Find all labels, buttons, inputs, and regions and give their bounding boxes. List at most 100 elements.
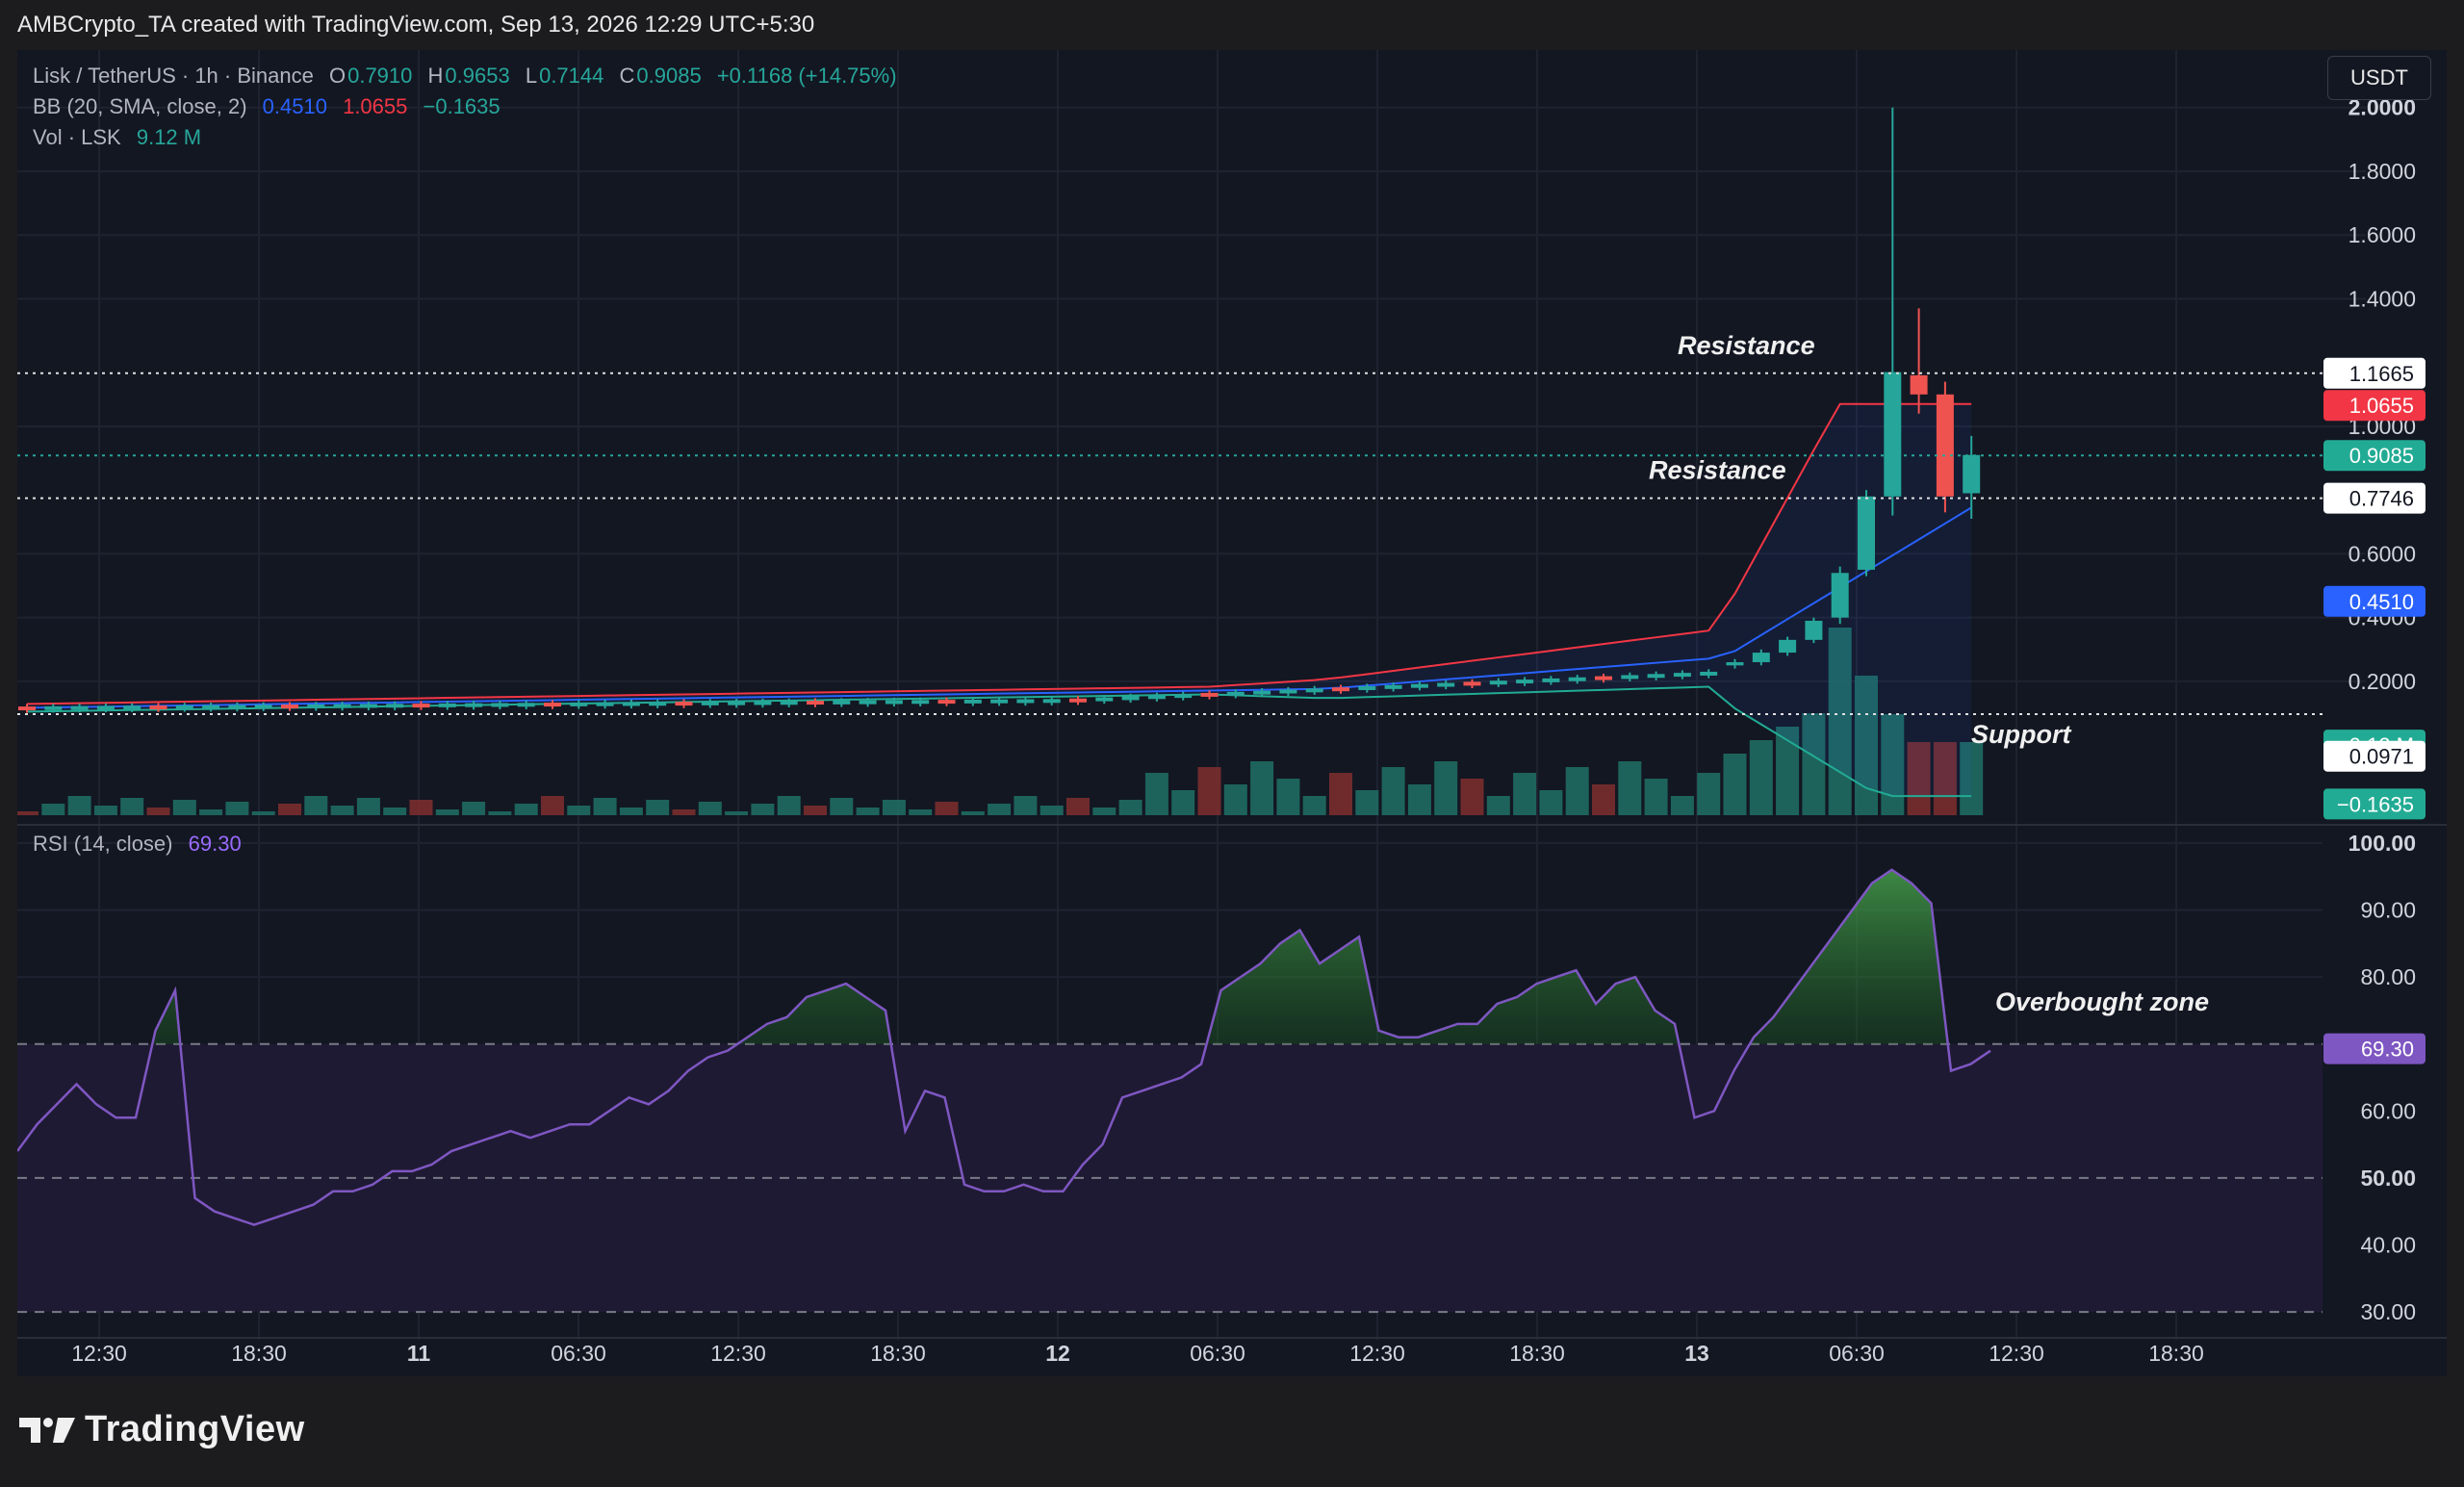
volume-bar bbox=[1302, 796, 1326, 815]
candle-body bbox=[70, 705, 89, 710]
candle-body bbox=[18, 706, 36, 711]
volume-bar bbox=[804, 806, 827, 815]
candle-body bbox=[1305, 688, 1323, 693]
candle-body bbox=[885, 700, 903, 705]
candle-body bbox=[333, 704, 351, 708]
volume-legend[interactable]: Vol · LSK 9.12 M bbox=[33, 125, 203, 150]
candle-body bbox=[754, 701, 772, 705]
candle-body bbox=[1516, 679, 1534, 684]
volume-bar bbox=[541, 796, 564, 815]
candle-body bbox=[1621, 675, 1639, 679]
rsi-tick-label: 50.00 bbox=[2360, 1166, 2416, 1191]
open-label: O bbox=[328, 64, 346, 88]
candle-body bbox=[1936, 394, 1954, 497]
volume-bar bbox=[225, 802, 249, 815]
high-value: 0.9653 bbox=[445, 64, 510, 88]
volume-bar bbox=[935, 802, 959, 815]
volume-label: Vol · LSK bbox=[33, 125, 121, 149]
candle-body bbox=[1700, 671, 1718, 676]
currency-button[interactable]: USDT bbox=[2327, 56, 2431, 100]
candle-body bbox=[123, 705, 141, 710]
candle-body bbox=[1831, 573, 1849, 618]
rsi-tick-label: 30.00 bbox=[2360, 1299, 2416, 1324]
volume-bar bbox=[1250, 761, 1274, 815]
rsi-legend[interactable]: RSI (14, close) 69.30 bbox=[33, 832, 244, 857]
rsi-pane: Overbought zone bbox=[17, 868, 2323, 1314]
candle-body bbox=[359, 704, 377, 708]
volume-bar bbox=[1092, 808, 1116, 815]
candle-body bbox=[701, 701, 719, 705]
candle-body bbox=[1595, 676, 1612, 680]
volume-bar bbox=[909, 809, 933, 815]
tradingview-logo[interactable]: TradingView bbox=[19, 1409, 305, 1450]
candle-body bbox=[412, 704, 430, 708]
rsi-tag-label: 69.30 bbox=[2361, 1038, 2414, 1062]
candle-body bbox=[1542, 678, 1560, 682]
candle-body bbox=[1463, 681, 1481, 686]
candle-body bbox=[438, 703, 456, 707]
time-tick-label: 18:30 bbox=[870, 1341, 926, 1366]
candle-body bbox=[1069, 698, 1087, 703]
candle-body bbox=[1805, 620, 1823, 640]
price-tag-label: 0.0971 bbox=[2349, 745, 2414, 769]
volume-bar bbox=[383, 808, 407, 815]
volume-bar bbox=[1329, 773, 1352, 815]
price-tick-label: 1.4000 bbox=[2348, 286, 2416, 311]
volume-bar bbox=[304, 796, 328, 815]
price-tag-label: 1.0655 bbox=[2349, 394, 2414, 418]
candle-body bbox=[1910, 374, 1928, 395]
level-label: Support bbox=[1971, 720, 2071, 749]
candle-body bbox=[307, 704, 325, 708]
close-label: C bbox=[619, 64, 635, 88]
volume-bar bbox=[1355, 790, 1379, 815]
price-tags: 1.16651.06550.90850.77460.45109.12 M0.09… bbox=[2323, 357, 2426, 1064]
bb-upper-value: 1.0655 bbox=[343, 94, 408, 118]
high-label: H bbox=[427, 64, 444, 88]
symbol-legend: Lisk / TetherUS · 1h · Binance O0.7910 H… bbox=[33, 64, 899, 89]
volume-bar bbox=[488, 811, 512, 815]
rsi-overbought-fill bbox=[152, 869, 1948, 1044]
volume-bar bbox=[1197, 767, 1221, 815]
candle-body bbox=[596, 702, 614, 706]
volume-bar bbox=[514, 804, 538, 815]
candle-body bbox=[491, 703, 509, 707]
volume-bar bbox=[17, 811, 38, 815]
bb-legend[interactable]: BB (20, SMA, close, 2) 0.4510 1.0655 −0.… bbox=[33, 94, 502, 119]
volume-bar bbox=[1618, 761, 1642, 815]
price-tick-label: 1.8000 bbox=[2348, 159, 2416, 184]
candle-body bbox=[1095, 697, 1114, 702]
candle-body bbox=[1016, 699, 1035, 704]
candle-body bbox=[1726, 662, 1744, 666]
brand-name: TradingView bbox=[85, 1409, 305, 1449]
candle-body bbox=[96, 705, 115, 710]
candle-body bbox=[937, 700, 956, 705]
candle-body bbox=[728, 701, 746, 705]
candle-body bbox=[1174, 694, 1193, 699]
volume-bar bbox=[1670, 796, 1694, 815]
volume-bar bbox=[856, 808, 880, 815]
volume-bar bbox=[1565, 767, 1589, 815]
candle-body bbox=[1568, 677, 1586, 681]
candle-body bbox=[149, 705, 167, 710]
candle-body bbox=[675, 702, 693, 706]
candle-body bbox=[1121, 696, 1140, 701]
volume-bar bbox=[1539, 790, 1563, 815]
time-tick-label: 18:30 bbox=[2148, 1341, 2204, 1366]
chart-canvas[interactable]: Overbought zone Resistance Resistance Supp… bbox=[17, 50, 2447, 1376]
chart-frame[interactable]: Overbought zone Resistance Resistance Supp… bbox=[17, 50, 2447, 1376]
candle-body bbox=[1332, 687, 1349, 692]
volume-bar bbox=[409, 800, 433, 815]
candle-body bbox=[911, 700, 930, 705]
candle-body bbox=[1279, 689, 1297, 694]
time-tick-label: 13 bbox=[1684, 1341, 1709, 1366]
price-tag-label: 0.7746 bbox=[2349, 487, 2414, 511]
volume-bar bbox=[251, 811, 275, 815]
candle-body bbox=[649, 702, 667, 706]
candle-body bbox=[833, 700, 851, 705]
volume-bar bbox=[567, 806, 591, 815]
time-tick-label: 18:30 bbox=[231, 1341, 287, 1366]
time-tick-label: 18:30 bbox=[1509, 1341, 1565, 1366]
price-tag-label: −0.1635 bbox=[2337, 792, 2414, 816]
time-tick-label: 12:30 bbox=[710, 1341, 766, 1366]
candle-body bbox=[1200, 692, 1219, 697]
